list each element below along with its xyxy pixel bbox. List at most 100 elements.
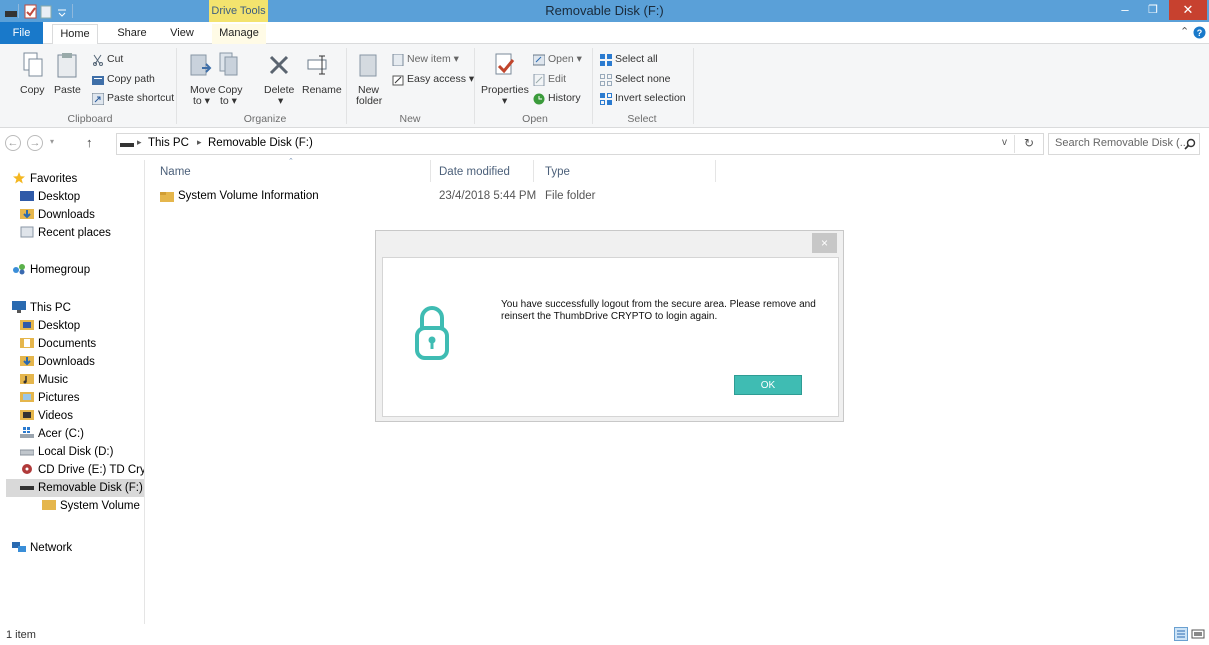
delete-icon[interactable] <box>268 54 290 80</box>
restore-button[interactable]: ❐ <box>1139 0 1167 20</box>
nav-pc-desktop[interactable]: Desktop <box>20 317 80 335</box>
close-button[interactable]: ✕ <box>1169 0 1207 20</box>
nav-pc-pictures[interactable]: Pictures <box>20 389 80 407</box>
copy-to-icon[interactable] <box>218 52 240 78</box>
nav-label: This PC <box>30 302 71 314</box>
paste-shortcut-icon[interactable] <box>92 93 104 105</box>
search-input[interactable]: Search Removable Disk (... <box>1055 137 1189 149</box>
nav-this-pc[interactable]: This PC <box>12 299 71 317</box>
nav-pc-documents[interactable]: Documents <box>20 335 96 353</box>
nav-pc-local-d[interactable]: Local Disk (D:) <box>20 443 113 461</box>
open-icon[interactable] <box>533 54 545 66</box>
large-icons-view-icon[interactable] <box>1191 627 1205 641</box>
details-view-icon[interactable] <box>1174 627 1188 641</box>
column-header-type[interactable]: Type <box>545 166 570 178</box>
search-box[interactable]: Search Removable Disk (... <box>1048 133 1200 155</box>
group-separator <box>474 48 475 124</box>
rename-icon[interactable] <box>306 54 328 80</box>
properties-qa-icon[interactable] <box>24 3 38 19</box>
tab-view[interactable]: View <box>164 24 200 44</box>
select-none-icon[interactable] <box>600 74 612 86</box>
nav-pc-acer-c[interactable]: Acer (C:) <box>20 425 84 443</box>
cut-icon[interactable] <box>92 54 104 66</box>
invert-selection-button[interactable]: Invert selection <box>615 92 686 104</box>
forward-button[interactable]: → <box>27 135 43 151</box>
copy-path-icon[interactable] <box>92 74 104 86</box>
file-date: 23/4/2018 5:44 PM <box>439 190 537 202</box>
paste-button[interactable]: Paste <box>54 84 81 96</box>
group-label-clipboard: Clipboard <box>67 113 113 125</box>
address-bar[interactable]: ▸ This PC ▸ Removable Disk (F:) v ↻ <box>116 133 1044 155</box>
minimize-button[interactable]: – <box>1111 0 1139 20</box>
customize-qa-icon[interactable] <box>57 3 67 19</box>
folder-icon <box>42 500 56 510</box>
open-button[interactable]: Open ▾ <box>548 53 582 65</box>
select-all-button[interactable]: Select all <box>615 53 658 65</box>
nav-pc-removable-f[interactable]: Removable Disk (F:) <box>6 479 144 497</box>
dialog-close-button[interactable]: × <box>812 233 837 253</box>
select-none-button[interactable]: Select none <box>615 73 670 85</box>
nav-fav-downloads[interactable]: Downloads <box>20 206 95 224</box>
column-separator[interactable] <box>533 160 534 182</box>
copy-button[interactable]: Copy <box>20 84 45 96</box>
local-disk-icon <box>20 449 34 456</box>
column-header-name[interactable]: Name <box>160 166 191 178</box>
select-all-icon[interactable] <box>600 54 612 66</box>
help-icon[interactable]: ? <box>1193 26 1206 39</box>
explorer-icon <box>5 11 17 17</box>
rename-button[interactable]: Rename <box>302 84 342 96</box>
tab-share[interactable]: Share <box>112 24 152 44</box>
file-row[interactable]: System Volume Information 23/4/2018 5:44… <box>156 187 716 207</box>
file-type: File folder <box>545 190 596 202</box>
nav-sub-system-volume[interactable]: System Volume Ir <box>42 497 144 515</box>
new-folder-icon[interactable] <box>358 52 380 78</box>
copy-path-button[interactable]: Copy path <box>107 73 155 85</box>
group-separator <box>346 48 347 124</box>
paste-shortcut-button[interactable]: Paste shortcut <box>107 92 174 104</box>
edit-button[interactable]: Edit <box>548 73 566 85</box>
collapse-ribbon-icon[interactable]: ⌃ <box>1180 25 1189 38</box>
column-header-date[interactable]: Date modified <box>439 166 510 178</box>
edit-icon[interactable] <box>533 74 545 86</box>
tab-home[interactable]: Home <box>52 24 98 45</box>
nav-network[interactable]: Network <box>12 539 72 557</box>
column-separator[interactable] <box>430 160 431 182</box>
ok-button[interactable]: OK <box>734 375 802 395</box>
nav-favorites[interactable]: Favorites <box>12 170 77 188</box>
invert-selection-icon[interactable] <box>600 93 612 105</box>
new-item-icon[interactable] <box>392 54 404 66</box>
nav-pc-cd-drive[interactable]: CD Drive (E:) TD Cry <box>20 461 144 479</box>
history-icon[interactable] <box>533 93 545 105</box>
new-item-button[interactable]: New item ▾ <box>407 53 459 65</box>
history-button[interactable]: History <box>548 92 581 104</box>
cut-button[interactable]: Cut <box>107 53 123 65</box>
easy-access-icon[interactable] <box>392 74 404 86</box>
copy-icon[interactable] <box>22 52 44 78</box>
easy-access-button[interactable]: Easy access ▾ <box>407 73 474 85</box>
nav-pc-downloads[interactable]: Downloads <box>20 353 95 371</box>
search-icon[interactable] <box>1184 138 1196 150</box>
up-button[interactable]: ↑ <box>86 135 93 150</box>
nav-pc-videos[interactable]: Videos <box>20 407 73 425</box>
paste-icon[interactable] <box>56 52 78 78</box>
recent-locations-icon[interactable]: ▾ <box>50 137 54 146</box>
properties-icon[interactable] <box>494 52 516 78</box>
new-folder-qa-icon[interactable] <box>40 3 54 19</box>
move-to-icon[interactable] <box>190 52 212 78</box>
group-separator <box>592 48 593 124</box>
breadcrumb-removable-disk[interactable]: Removable Disk (F:) <box>208 137 313 149</box>
title-bar: Drive Tools Removable Disk (F:) – ❐ ✕ <box>0 0 1209 22</box>
nav-label: Recent places <box>38 227 111 239</box>
breadcrumb-this-pc[interactable]: This PC <box>148 137 189 149</box>
tab-file[interactable]: File <box>0 22 43 44</box>
qa-separator <box>18 4 19 18</box>
column-separator[interactable] <box>715 160 716 182</box>
nav-fav-desktop[interactable]: Desktop <box>20 188 80 206</box>
nav-homegroup[interactable]: Homegroup <box>12 261 90 279</box>
refresh-button[interactable]: ↻ <box>1024 136 1034 150</box>
nav-fav-recent[interactable]: Recent places <box>20 224 111 242</box>
back-button[interactable]: ← <box>5 135 21 151</box>
address-dropdown-icon[interactable]: v <box>1002 137 1007 148</box>
tab-manage[interactable]: Manage <box>212 24 266 44</box>
nav-pc-music[interactable]: Music <box>20 371 68 389</box>
